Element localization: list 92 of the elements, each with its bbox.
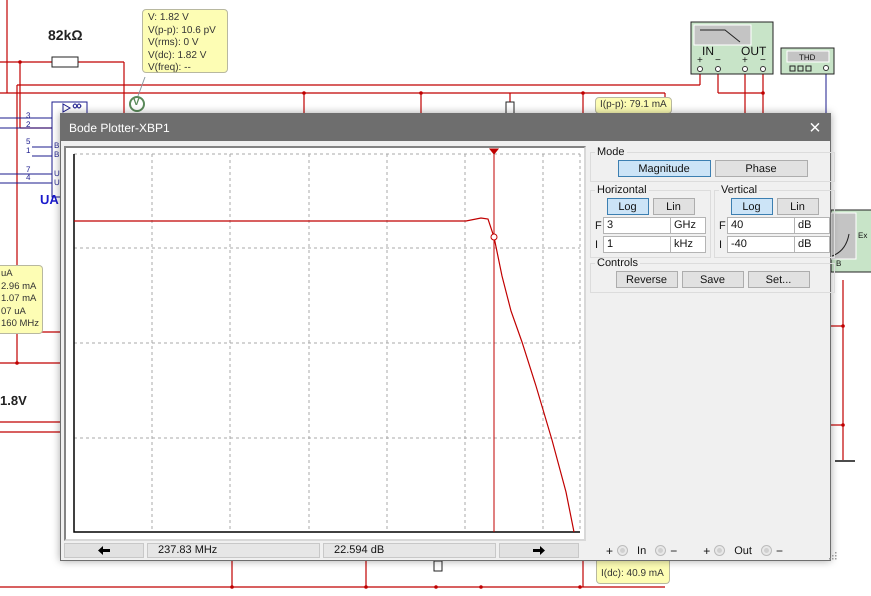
bode-screen-icon	[694, 24, 752, 46]
pin-label: B	[836, 260, 842, 268]
group-label: Vertical	[720, 184, 758, 196]
resistor-symbol	[434, 560, 442, 572]
action-button[interactable]: Reverse	[616, 271, 678, 288]
probe-reading: V(dc): 1.82 V	[148, 50, 208, 61]
terminal-icon[interactable]	[823, 65, 829, 71]
key-icon[interactable]	[798, 66, 804, 72]
unit-field[interactable]: dB	[795, 236, 830, 253]
right-arrow-icon	[533, 546, 545, 555]
probe-reading: 160 MHz	[1, 319, 40, 330]
resistor-label: 82kΩ	[48, 28, 83, 42]
terminal-icon[interactable]	[742, 66, 748, 72]
voltage-label: 1.8V	[0, 394, 27, 407]
terminal-sign: +	[697, 56, 703, 66]
action-button[interactable]: Save	[682, 271, 744, 288]
meter-label: THD	[799, 54, 816, 62]
group-label: Horizontal	[596, 184, 648, 196]
value-field[interactable]: 1	[603, 236, 671, 253]
probe-symbol: V	[133, 98, 140, 108]
meter-display	[786, 50, 830, 62]
opamp-symbol-icon	[62, 103, 82, 113]
probe-reading: 07 uA	[1, 306, 26, 317]
pin-number: 1	[26, 147, 30, 155]
resize-grip-icon[interactable]	[828, 551, 837, 560]
probe-reading: I(dc): 40.9 mA	[601, 569, 664, 580]
value-field[interactable]: -40	[727, 236, 795, 253]
probe-leader-line	[138, 76, 146, 96]
left-arrow-icon	[98, 546, 110, 555]
probe-reading: I(p-p): 79.1 mA	[600, 100, 667, 110]
key-icon[interactable]	[790, 66, 796, 72]
value-field[interactable]: 3	[603, 217, 671, 234]
pin-number: 4	[26, 174, 30, 182]
probe-reading: uA	[1, 269, 13, 280]
terminal-sign: +	[606, 544, 614, 558]
instrument-label: Ex	[858, 232, 868, 240]
unit-field[interactable]: GHz	[671, 217, 706, 234]
pin-label: U	[54, 179, 60, 187]
probe-reading: 2.96 mA	[1, 282, 36, 292]
scale-toggle[interactable]: Log	[730, 198, 772, 215]
scale-toggle[interactable]: Lin	[652, 198, 694, 215]
pin-label: U	[54, 170, 60, 178]
close-button[interactable]: ×	[800, 114, 830, 141]
terminal-label: Out	[734, 544, 752, 556]
terminal-label: In	[637, 544, 646, 556]
terminal-sign: +	[742, 56, 748, 66]
limit-label: I	[595, 238, 600, 250]
gain-readout: 22.594 dB	[323, 543, 496, 558]
limit-label: F	[719, 220, 727, 232]
terminal-sign: −	[776, 544, 783, 558]
terminal-label: OUT	[741, 45, 766, 57]
terminal-icon[interactable]	[715, 66, 721, 72]
component-label: UA	[40, 193, 59, 206]
resistor-symbol	[506, 102, 514, 114]
probe-reading: V: 1.82 V	[148, 13, 190, 24]
mode-toggle[interactable]: Magnitude	[618, 160, 710, 177]
scale-toggle[interactable]: Log	[606, 198, 648, 215]
cursor-line[interactable]	[488, 148, 500, 532]
terminal-sign: −	[715, 56, 721, 66]
analyzer-screen-icon	[830, 212, 856, 260]
pin-label: B	[54, 142, 60, 150]
terminal-icon[interactable]	[760, 66, 766, 72]
limit-label: I	[719, 238, 724, 250]
next-button[interactable]	[499, 543, 579, 558]
resistor-symbol	[52, 56, 78, 68]
frequency-readout: 237.83 MHz	[147, 543, 320, 558]
value-field[interactable]: 40	[727, 217, 795, 234]
key-icon[interactable]	[806, 66, 812, 72]
unit-field[interactable]: kHz	[671, 236, 706, 253]
voltage-probe-icon	[129, 96, 145, 112]
previous-button[interactable]	[64, 543, 144, 558]
scale-toggle[interactable]: Lin	[776, 198, 818, 215]
pin-number: 2	[26, 121, 30, 129]
terminal-icon[interactable]	[697, 66, 703, 72]
pin-number: 5	[26, 138, 30, 146]
probe-reading: V(p-p): 10.6 pV	[148, 26, 217, 36]
group-label: Mode	[596, 146, 626, 158]
probe-reading: V(freq): --	[148, 63, 192, 74]
action-button[interactable]: Set...	[748, 271, 810, 288]
terminal-label: IN	[702, 45, 714, 57]
window-title: Bode Plotter-XBP1	[69, 120, 170, 134]
terminal-sign: +	[703, 544, 710, 558]
probe-reading: 1.07 mA	[1, 294, 36, 304]
mode-toggle[interactable]: Phase	[714, 160, 808, 177]
probe-reading: V(rms): 0 V	[148, 38, 200, 48]
limit-label: F	[595, 220, 603, 232]
unit-field[interactable]: dB	[795, 217, 830, 234]
group-label: Controls	[596, 257, 639, 269]
terminal-sign: −	[760, 56, 766, 66]
pin-number: 7	[26, 166, 30, 174]
pin-label: B	[54, 151, 60, 159]
terminal-sign: −	[670, 544, 678, 558]
